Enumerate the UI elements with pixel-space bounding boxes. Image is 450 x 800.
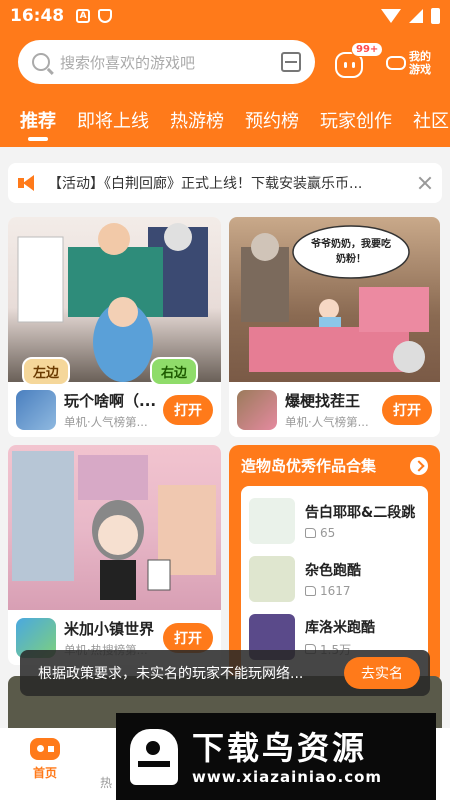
messages-button[interactable]: 99+ [335, 42, 384, 78]
game-subtitle: 单机·人气榜第... [285, 414, 369, 429]
gamepad-icon [386, 56, 406, 70]
game-app-icon [237, 389, 277, 430]
close-icon[interactable] [418, 176, 432, 190]
game-meta: 爆梗找茬王 单机·人气榜第... 打开 [229, 382, 440, 437]
toast-text: 根据政策要求，未实名的玩家不能玩网络... [38, 666, 304, 682]
watermark-url: www.xiazainiao.com [192, 767, 383, 786]
tab-hot[interactable]: 热游榜 [170, 102, 224, 133]
game-card[interactable]: 米加小镇世界 单机·热搜榜第... 打开 [8, 445, 221, 665]
header: 搜索你喜欢的游戏吧 99+ 我的游戏 推荐 即将上线 热游榜 预约榜 玩家创作 … [0, 32, 450, 147]
open-button[interactable]: 打开 [382, 394, 432, 425]
svg-text:爷爷奶奶，我要吃: 爷爷奶奶，我要吃 [311, 237, 391, 250]
open-button[interactable]: 打开 [163, 394, 213, 425]
tab-community[interactable]: 社区 [413, 102, 449, 133]
chevron-right-icon[interactable] [410, 456, 428, 475]
my-games-button[interactable]: 我的游戏 [386, 46, 438, 80]
game-name: 米加小镇世界 [64, 619, 155, 638]
clock: 16:48 [10, 6, 65, 26]
tab-coming-soon[interactable]: 即将上线 [77, 102, 149, 133]
status-bar: 16:48 A [0, 0, 450, 32]
search-placeholder: 搜索你喜欢的游戏吧 [60, 53, 196, 72]
wifi-icon [381, 9, 401, 23]
thumbs-up-icon [305, 586, 316, 596]
announcement-bar[interactable]: 【活动】《白荆回廊》正式上线！下载安装赢乐币... [8, 163, 442, 203]
game-meta: 玩个啥啊（... 单机·人气榜第... 打开 [8, 382, 221, 437]
category-tabs: 推荐 即将上线 热游榜 预约榜 玩家创作 社区 [0, 102, 450, 147]
game-subtitle: 单机·人气榜第... [64, 414, 148, 429]
tab-recommend[interactable]: 推荐 [20, 102, 56, 141]
game-artwork: 爷爷奶奶，我要吃 奶粉！ [241, 225, 429, 373]
search-input[interactable]: 搜索你喜欢的游戏吧 [18, 40, 315, 84]
game-name: 玩个啥啊（... [64, 391, 157, 410]
search-icon [32, 53, 50, 71]
creation-thumbnail [249, 498, 295, 544]
speaker-icon [18, 175, 40, 191]
creation-name: 杂色跑酷 [305, 563, 361, 579]
game-card[interactable]: 爷爷奶奶，我要吃 奶粉！ 爆梗找茬王 单机·人气榜第... 打开 [229, 217, 440, 437]
tab-creations[interactable]: 玩家创作 [320, 102, 392, 133]
watermark-title: 下载鸟资源 [192, 728, 368, 767]
real-name-toast: 根据政策要求，未实名的玩家不能玩网络... 去实名 [20, 650, 430, 696]
svg-text:奶粉！: 奶粉！ [336, 252, 366, 265]
nav-home[interactable]: 首页 [20, 738, 70, 781]
nav-home-label: 首页 [32, 766, 57, 780]
creation-likes: 65 [320, 526, 336, 540]
gamepad-icon [30, 738, 60, 760]
creations-collection[interactable]: 造物岛优秀作品合集 告白耶耶&二段跳 65 杂色跑酷 1617 库洛米跑酷 1.… [229, 445, 440, 685]
bird-logo-icon [124, 725, 184, 789]
game-artwork [12, 451, 216, 600]
thumbs-up-icon [305, 528, 316, 538]
verify-button[interactable]: 去实名 [344, 657, 420, 689]
open-button[interactable]: 打开 [163, 622, 213, 653]
signal-icon [409, 9, 423, 23]
watermark: 下载鸟资源 www.xiazainiao.com [116, 713, 436, 800]
creation-name: 库洛米跑酷 [305, 619, 375, 636]
announcement-text: 【活动】《白荆回廊》正式上线！下载安装赢乐币... [48, 176, 363, 192]
collection-title: 造物岛优秀作品合集 [241, 457, 377, 475]
tab-reserve[interactable]: 预约榜 [245, 102, 299, 133]
scan-icon[interactable] [281, 52, 301, 72]
list-item[interactable]: 杂色跑酷 1617 [249, 550, 420, 608]
battery-icon [431, 8, 440, 24]
game-app-icon [16, 389, 56, 430]
game-thumbnail: 左边 右边 [8, 217, 221, 386]
creation-thumbnail [249, 556, 295, 602]
game-name: 爆梗找茬王 [285, 391, 361, 410]
creation-likes: 1617 [320, 584, 351, 598]
message-badge: 99+ [351, 42, 384, 57]
nav-partial-label[interactable]: 热 [100, 774, 112, 791]
a-icon: A [76, 9, 91, 23]
list-item[interactable]: 告白耶耶&二段跳 65 [249, 492, 420, 550]
game-thumbnail [8, 445, 221, 610]
game-card[interactable]: 左边 右边 玩个啥啊（... 单机·人气榜第... 打开 [8, 217, 221, 437]
game-thumbnail: 爷爷奶奶，我要吃 奶粉！ [229, 217, 440, 382]
my-games-label: 我的游戏 [409, 50, 431, 76]
creation-name: 告白耶耶&二段跳 [305, 505, 416, 521]
shield-icon [98, 9, 113, 23]
